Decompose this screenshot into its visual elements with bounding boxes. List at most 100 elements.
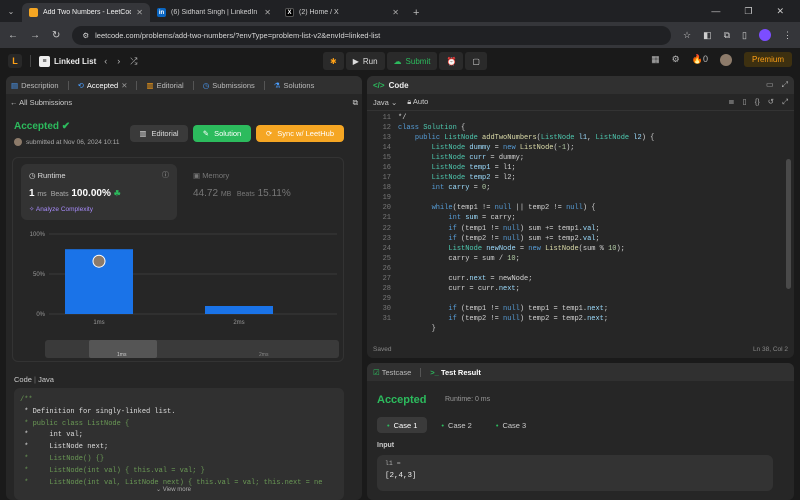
case-tab-2[interactable]: • Case 2 xyxy=(431,417,481,433)
browser-tab-linkedin[interactable]: in (6) Sidhant Singh | LinkedIn ✕ xyxy=(150,3,278,22)
tab-submissions[interactable]: ◷ Submissions xyxy=(203,81,255,90)
close-tab-icon[interactable]: ✕ xyxy=(264,8,271,17)
reset-icon[interactable]: ↺ xyxy=(768,97,774,107)
divider xyxy=(67,80,69,90)
profile-avatar[interactable] xyxy=(759,29,771,41)
language-select[interactable]: Java ⌄ xyxy=(373,98,397,107)
chart-bar[interactable] xyxy=(205,306,273,314)
fullscreen-icon[interactable]: ⤢ xyxy=(782,97,788,107)
sync-leethub-button[interactable]: ⟳ Sync w/ LeetHub xyxy=(256,125,344,142)
y-tick-label: 0% xyxy=(36,312,45,318)
minimize-icon[interactable]: — xyxy=(711,6,720,16)
auto-label: Auto xyxy=(412,97,429,106)
tab-editorial[interactable]: ▥ Editorial xyxy=(146,81,183,90)
url-field[interactable]: ⚙ leetcode.com/problems/add-two-numbers/… xyxy=(72,25,672,45)
memory-label: Memory xyxy=(202,171,230,180)
tab-accepted[interactable]: ⟲ Accepted ✕ xyxy=(78,81,128,90)
tab-description[interactable]: ▤ Description xyxy=(11,81,59,90)
premium-button[interactable]: Premium xyxy=(743,52,792,67)
next-problem-icon[interactable]: › xyxy=(117,56,120,67)
braces-icon[interactable]: {} xyxy=(755,97,760,107)
new-tab-button[interactable]: + xyxy=(406,7,426,22)
tab-label: Editorial xyxy=(156,80,184,90)
minimize-panel-icon[interactable]: ▭ xyxy=(766,80,774,90)
line-number: 28 xyxy=(382,284,391,293)
tab-title: (6) Sidhant Singh | LinkedIn xyxy=(171,9,258,16)
maximize-panel-icon[interactable]: ⤢ xyxy=(782,80,788,90)
code-editor[interactable]: 11 12 13 14 15 16 17 18 19 20 21 22 23 24 25 26 27 28 29 30… xyxy=(367,111,794,336)
divider xyxy=(263,80,265,90)
runtime-card[interactable]: ◷ Runtime ⓘ 1 ms Beats 100.00% ☘ ✧ Analyz… xyxy=(21,164,177,220)
input-box[interactable]: l1 = [2,4,3] xyxy=(377,455,773,491)
runtime-beats: 100.00% xyxy=(71,188,111,199)
language-label: Java xyxy=(373,97,389,107)
format-icon[interactable]: ≣ xyxy=(728,97,734,107)
line-number: 13 xyxy=(382,134,391,143)
submit-button[interactable]: ☁ Submit xyxy=(386,52,438,70)
maximize-icon[interactable]: ❐ xyxy=(744,6,752,17)
play-icon: ▶ xyxy=(352,56,359,66)
submitted-code-block[interactable]: /** * Definition for singly-linked list.… xyxy=(14,388,344,500)
browser-tab-leetcode[interactable]: Add Two Numbers - LeetCode ✕ xyxy=(22,3,150,22)
runtime-label: Runtime xyxy=(37,171,66,180)
code-panel-header: </> Code xyxy=(367,76,794,94)
line-number: 21 xyxy=(382,214,391,223)
sidebar-icon[interactable]: ▯ xyxy=(742,30,747,41)
close-tab-icon[interactable]: ✕ xyxy=(136,8,143,17)
tab-label: Test Result xyxy=(440,367,481,377)
extension-icon[interactable]: ◧ xyxy=(703,30,712,41)
user-avatar[interactable] xyxy=(719,53,732,66)
back-icon[interactable]: ← xyxy=(8,30,18,41)
shuffle-icon[interactable]: ⤮ xyxy=(130,56,137,67)
range-slider[interactable]: 1ms 2ms xyxy=(45,340,339,358)
layout-icon[interactable]: ▦ xyxy=(651,54,660,65)
reload-icon[interactable]: ↻ xyxy=(52,30,60,41)
info-icon[interactable]: ⓘ xyxy=(162,170,169,180)
line-number: 20 xyxy=(382,204,391,213)
case-tab-3[interactable]: • Case 3 xyxy=(486,417,536,433)
solution-button[interactable]: ✎ Solution xyxy=(193,125,251,142)
editorial-button[interactable]: ▥ Editorial xyxy=(130,125,188,142)
close-tab-icon[interactable]: ✕ xyxy=(392,8,399,17)
forward-icon[interactable]: → xyxy=(30,30,40,41)
code-source[interactable]: */ class Solution { public ListNode addT… xyxy=(398,113,654,334)
prev-problem-icon[interactable]: ‹ xyxy=(104,56,107,67)
view-more-button[interactable]: ⌄ View more xyxy=(156,486,191,493)
case-tab-1[interactable]: • Case 1 xyxy=(377,417,428,433)
problem-list-button[interactable]: ≡ Linked List xyxy=(39,55,96,67)
editor-scrollbar[interactable] xyxy=(786,159,791,289)
sync-icon: ⟳ xyxy=(266,129,273,138)
menu-icon[interactable]: ⋮ xyxy=(783,30,792,41)
tab-testcase[interactable]: ☑ Testcase xyxy=(373,368,411,377)
editor-toolbar: Java ⌄ 🔒︎ Auto ≣ ▯ {} ↺ ⤢ xyxy=(367,94,794,111)
tab-search-icon[interactable]: ⌄ xyxy=(0,0,22,22)
close-icon[interactable]: ✕ xyxy=(121,81,127,90)
run-button[interactable]: ▶ Run xyxy=(345,52,385,70)
share-link-icon[interactable]: ⧉ xyxy=(353,98,358,108)
test-runtime: Runtime: 0 ms xyxy=(445,396,491,403)
tab-solutions[interactable]: ⚗ Solutions xyxy=(274,81,315,90)
note-icon: ▢ xyxy=(472,56,480,66)
site-info-icon[interactable]: ⚙ xyxy=(82,31,89,40)
case-label: Case 2 xyxy=(448,420,472,430)
auto-mode[interactable]: 🔒︎ Auto xyxy=(407,97,428,107)
tab-test-result[interactable]: >_ Test Result xyxy=(430,368,481,377)
back-to-all-submissions[interactable]: ← All Submissions xyxy=(10,98,72,108)
streak-counter[interactable]: 🔥0 xyxy=(692,54,708,65)
line-number: 25 xyxy=(382,254,391,263)
browser-tab-x[interactable]: X (2) Home / X ✕ xyxy=(278,3,406,22)
debug-button[interactable]: ✱ xyxy=(323,52,344,70)
bookmark-star-icon[interactable]: ☆ xyxy=(683,30,691,41)
line-number: 23 xyxy=(382,234,391,243)
analyze-complexity-link[interactable]: ✧ Analyze Complexity xyxy=(29,205,93,213)
puzzle-icon[interactable]: ⧉ xyxy=(724,30,730,41)
tab-label: Solutions xyxy=(283,80,315,90)
input-value: [2,4,3] xyxy=(385,472,417,480)
bookmark-icon[interactable]: ▯ xyxy=(743,97,747,107)
leetcode-logo-icon[interactable]: L xyxy=(8,54,22,68)
timer-button[interactable]: ⏰ xyxy=(439,52,464,70)
cloud-upload-icon: ☁ xyxy=(393,56,402,66)
close-window-icon[interactable]: ✕ xyxy=(776,6,784,17)
settings-gear-icon[interactable]: ⚙ xyxy=(672,54,680,65)
notes-button[interactable]: ▢ xyxy=(465,52,487,70)
